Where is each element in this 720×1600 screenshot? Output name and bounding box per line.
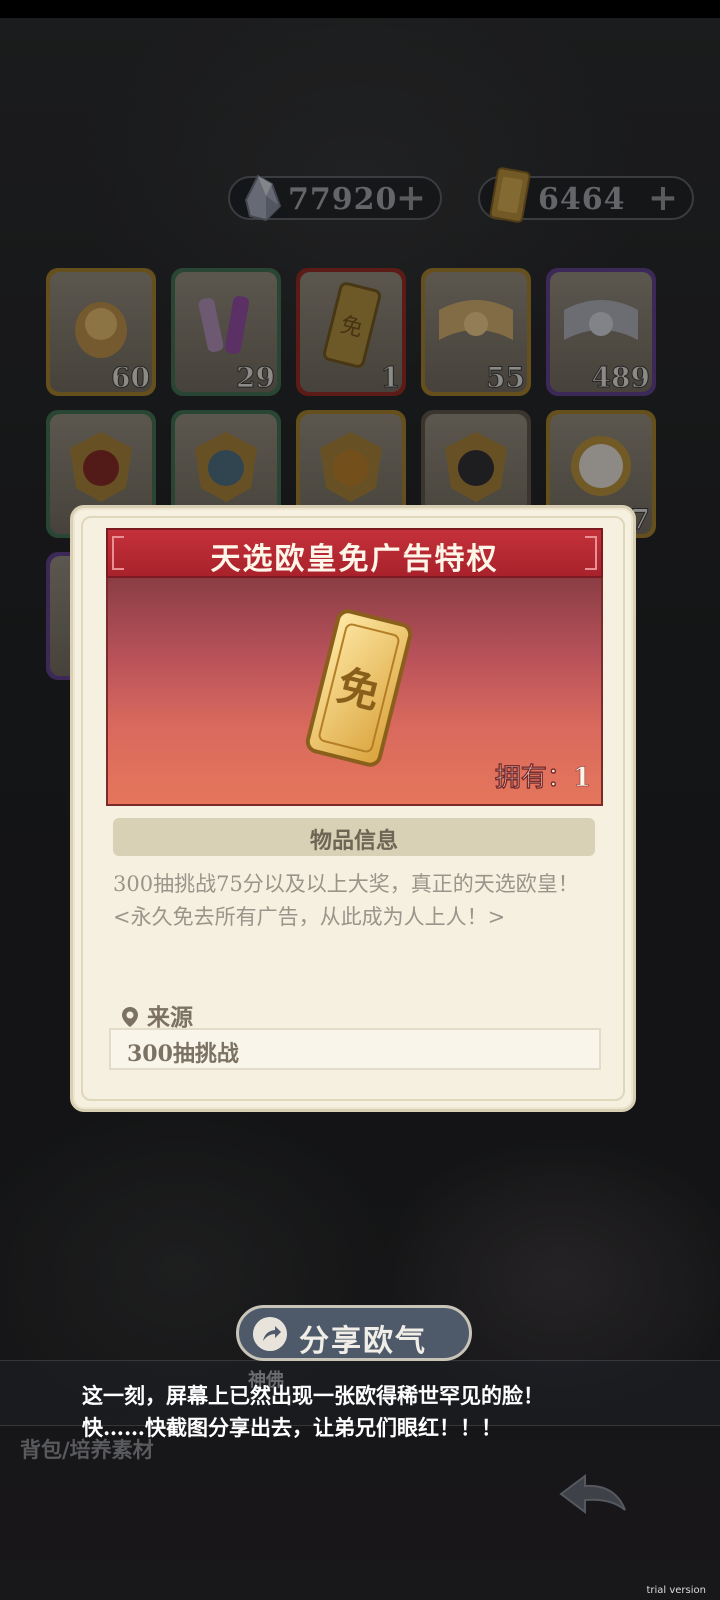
description-line: 300抽挑战75分以及以上大奖，真正的天选欧皇！	[113, 872, 579, 896]
trial-watermark: trial version	[646, 1585, 706, 1596]
status-bar	[0, 0, 720, 18]
owned-count: 拥有：1	[494, 763, 592, 794]
source-value: 300抽挑战	[127, 1041, 239, 1067]
source-heading: 来源	[121, 998, 193, 1032]
share-button-label: 分享欧气	[299, 1324, 427, 1359]
backpack-tab-label[interactable]: 背包/培养素材	[20, 1434, 154, 1464]
ad-free-ticket-icon: 免	[305, 609, 413, 767]
source-entry[interactable]: 300抽挑战	[109, 1028, 601, 1070]
item-title-bar: 天选欧皇免广告特权	[106, 528, 603, 578]
share-luck-button[interactable]: 分享欧气	[236, 1305, 472, 1361]
item-info-header: 物品信息	[113, 818, 595, 856]
location-pin-icon	[122, 1007, 138, 1027]
item-detail-popup: 天选欧皇免广告特权 免 拥有：1 物品信息 300抽挑战75分以及以上大奖，真正…	[70, 505, 636, 1112]
item-description: 300抽挑战75分以及以上大奖，真正的天选欧皇！ <永久免去所有广告，从此成为人…	[113, 868, 583, 934]
source-label-text: 来源	[147, 1004, 194, 1031]
item-info-title: 物品信息	[309, 828, 398, 854]
caption-line: 这一刻，屏幕上已然出现一张欧得稀世罕见的脸！	[82, 1383, 544, 1408]
share-arrow-icon	[253, 1317, 287, 1351]
item-title: 天选欧皇免广告特权	[210, 542, 499, 577]
description-line: <永久免去所有广告，从此成为人上人！>	[113, 905, 506, 929]
back-arrow-icon[interactable]	[555, 1470, 631, 1520]
item-artwork: 免 拥有：1	[106, 578, 603, 806]
